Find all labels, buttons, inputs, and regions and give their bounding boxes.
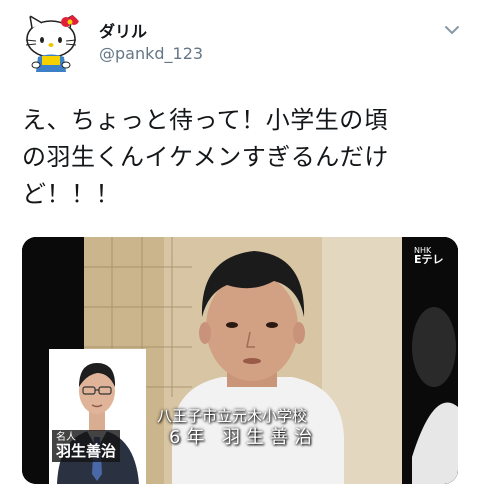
tweet-header: ダリル @pankd_123 xyxy=(0,0,480,80)
portrait-image xyxy=(49,349,146,484)
inset-name: 羽生善治 xyxy=(56,442,117,460)
caption-school: 八王子市立元木小学校 xyxy=(157,407,308,425)
author-display-name[interactable]: ダリル xyxy=(99,18,147,42)
video-caption: 八王子市立元木小学校 6年 羽生善治 xyxy=(157,405,318,449)
inset-portrait: 名人 羽生善治 xyxy=(49,349,146,484)
channel-logo-main: Eテレ xyxy=(414,253,444,266)
author-handle[interactable]: @pankd_123 xyxy=(99,44,203,63)
channel-logo: NHK Eテレ xyxy=(414,246,444,266)
tweet-media-image[interactable]: NHK Eテレ 八王子市立元木小学校 6年 羽生善治 名人 羽生善治 xyxy=(22,237,458,484)
chevron-down-icon[interactable] xyxy=(441,22,463,38)
inset-label: 名人 羽生善治 xyxy=(52,430,121,462)
caption-grade-name: 6年 羽生善治 xyxy=(169,427,319,448)
hello-kitty-avatar-icon[interactable] xyxy=(18,8,86,76)
tweet-text-line: ど！！！ xyxy=(22,180,120,208)
tweet-text: え、ちょっと待って！小学生の頃 の羽生くんイケメンすぎるんだけ ど！！！ xyxy=(22,102,467,213)
tweet-text-line: え、ちょっと待って！小学生の頃 xyxy=(22,106,389,134)
tweet-text-line: の羽生くんイケメンすぎるんだけ xyxy=(22,143,389,171)
